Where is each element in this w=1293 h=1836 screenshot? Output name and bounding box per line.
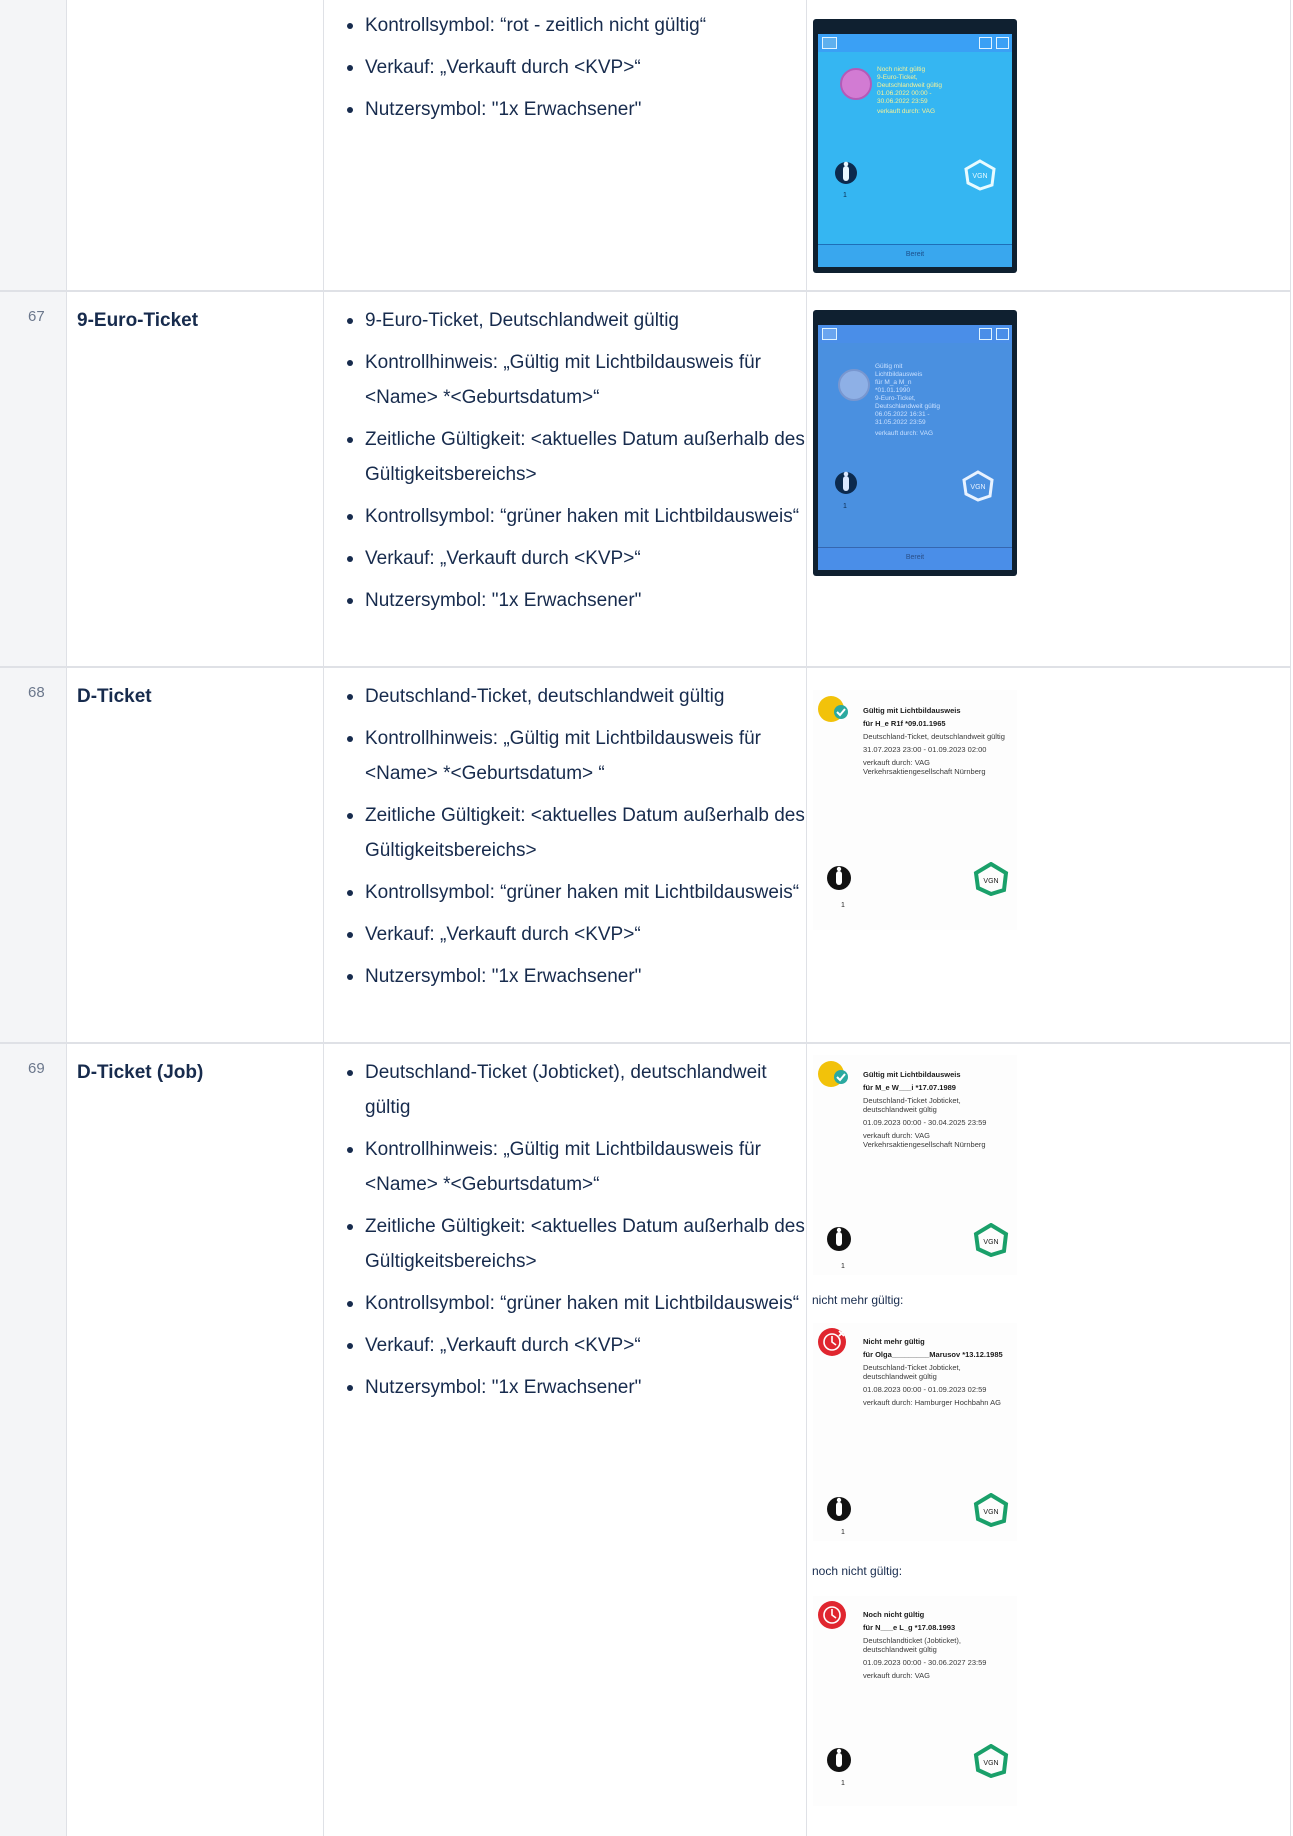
device-screen: Gültig mit Lichtbildausweis für M_a M_n … bbox=[818, 325, 1012, 570]
title-bar bbox=[818, 325, 1012, 343]
requirement-item: Verkauf: „Verkauft durch <KVP>“ bbox=[347, 917, 805, 952]
svg-text:VGN: VGN bbox=[972, 173, 987, 180]
ticket-info: Noch nicht gültig 9-Euro-Ticket, Deutsch… bbox=[877, 66, 943, 115]
control-symbol-icon bbox=[840, 68, 872, 100]
svg-text:VGN: VGN bbox=[983, 1239, 998, 1246]
app-icon bbox=[822, 328, 837, 340]
device-screenshot: Noch nicht gültig 9-Euro-Ticket, Deutsch… bbox=[813, 19, 1017, 273]
ticket-info: Gültig mit Lichtbildausweis für H_e R1f … bbox=[863, 706, 1005, 776]
svg-text:VGN: VGN bbox=[983, 1509, 998, 1516]
vgn-logo: VGN bbox=[973, 1493, 1009, 1527]
menu-icon bbox=[979, 37, 992, 49]
column-divider bbox=[806, 0, 807, 1836]
requirement-item: 9-Euro-Ticket, Deutschlandweit gültig bbox=[347, 303, 805, 338]
ticket-name: D-Ticket bbox=[77, 686, 152, 707]
photo-id-seal-icon bbox=[818, 1061, 848, 1087]
ticket-info: Gültig mit Lichtbildausweis für M_a M_n … bbox=[875, 363, 941, 437]
device-screen: Noch nicht gültig 9-Euro-Ticket, Deutsch… bbox=[818, 34, 1012, 267]
requirement-item: Zeitliche Gültigkeit: <aktuelles Datum a… bbox=[347, 798, 805, 868]
ticket-name: 9-Euro-Ticket bbox=[77, 310, 199, 331]
close-icon bbox=[996, 37, 1009, 49]
requirement-item: Verkauf: „Verkauft durch <KVP>“ bbox=[347, 50, 805, 85]
invalid-seal-icon bbox=[818, 1328, 846, 1356]
requirement-item: Kontrollsymbol: “grüner haken mit Lichtb… bbox=[347, 499, 805, 534]
requirement-item: Nutzersymbol: "1x Erwachsener" bbox=[347, 959, 805, 994]
vgn-logo: VGN bbox=[973, 1744, 1009, 1778]
requirement-item: Nutzersymbol: "1x Erwachsener" bbox=[347, 92, 805, 127]
status-bar: Bereit bbox=[818, 244, 1012, 267]
ticket-name: D-Ticket (Job) bbox=[77, 1062, 204, 1083]
invalid-seal-icon bbox=[818, 1601, 846, 1629]
requirement-item: Zeitliche Gültigkeit: <aktuelles Datum a… bbox=[347, 422, 805, 492]
document-page: Kontrollsymbol: “rot - zeitlich nicht gü… bbox=[0, 0, 1293, 1836]
row-number: 67 bbox=[28, 308, 45, 325]
row-number: 68 bbox=[28, 684, 45, 701]
screenshot-caption: nicht mehr gültig: bbox=[812, 1293, 904, 1307]
vgn-logo: VGN bbox=[964, 159, 996, 191]
screenshot-caption: noch nicht gültig: bbox=[812, 1564, 903, 1578]
control-symbol-icon bbox=[838, 369, 870, 401]
requirement-item: Zeitliche Gültigkeit: <aktuelles Datum a… bbox=[347, 1209, 805, 1279]
ticket-info: Noch nicht gültig für N___e L_g *17.08.1… bbox=[863, 1610, 987, 1680]
row-divider bbox=[0, 666, 1290, 668]
person-icon bbox=[835, 161, 857, 184]
app-icon bbox=[822, 37, 837, 49]
app-screenshot: Gültig mit Lichtbildausweis für M_e W___… bbox=[813, 1055, 1017, 1275]
person-icon bbox=[827, 866, 851, 890]
row-number-column bbox=[0, 0, 66, 1836]
app-screenshot: Nicht mehr gültig für Olga_________Marus… bbox=[813, 1323, 1017, 1541]
ticket-info: Gültig mit Lichtbildausweis für M_e W___… bbox=[863, 1070, 987, 1149]
row-divider bbox=[0, 1042, 1290, 1044]
title-bar bbox=[818, 34, 1012, 52]
row-number: 69 bbox=[28, 1060, 45, 1077]
requirement-item: Nutzersymbol: "1x Erwachsener" bbox=[347, 583, 805, 618]
person-icon bbox=[827, 1497, 851, 1521]
column-divider bbox=[323, 0, 324, 1836]
status-bar: Bereit bbox=[818, 547, 1012, 570]
requirement-item: Kontrollhinweis: „Gültig mit Lichtbildau… bbox=[347, 1132, 805, 1202]
requirements-list: Kontrollsymbol: “rot - zeitlich nicht gü… bbox=[343, 8, 805, 134]
vgn-logo: VGN bbox=[973, 862, 1009, 896]
column-divider bbox=[1290, 0, 1291, 1836]
requirement-item: Verkauf: „Verkauft durch <KVP>“ bbox=[347, 1328, 805, 1363]
requirement-item: Kontrollsymbol: “grüner haken mit Lichtb… bbox=[347, 875, 805, 910]
person-icon bbox=[827, 1227, 851, 1251]
requirement-item: Deutschland-Ticket, deutschlandweit gült… bbox=[347, 679, 805, 714]
requirement-item: Kontrollsymbol: “rot - zeitlich nicht gü… bbox=[347, 8, 805, 43]
person-icon bbox=[827, 1748, 851, 1772]
photo-id-seal-icon bbox=[818, 696, 848, 722]
device-screenshot: Gültig mit Lichtbildausweis für M_a M_n … bbox=[813, 310, 1017, 576]
requirement-item: Verkauf: „Verkauft durch <KVP>“ bbox=[347, 541, 805, 576]
requirement-item: Deutschland-Ticket (Jobticket), deutschl… bbox=[347, 1055, 805, 1125]
person-icon bbox=[835, 471, 857, 494]
vgn-logo: VGN bbox=[962, 470, 994, 502]
row-divider bbox=[0, 290, 1290, 292]
svg-text:VGN: VGN bbox=[983, 878, 998, 885]
close-icon bbox=[996, 328, 1009, 340]
requirement-item: Kontrollsymbol: “grüner haken mit Lichtb… bbox=[347, 1286, 805, 1321]
column-divider bbox=[66, 0, 67, 1836]
requirement-item: Kontrollhinweis: „Gültig mit Lichtbildau… bbox=[347, 345, 805, 415]
app-screenshot: Gültig mit Lichtbildausweis für H_e R1f … bbox=[813, 690, 1017, 930]
svg-text:VGN: VGN bbox=[983, 1760, 998, 1767]
vgn-logo: VGN bbox=[973, 1223, 1009, 1257]
requirements-list: 9-Euro-Ticket, Deutschlandweit gültig Ko… bbox=[343, 303, 805, 625]
requirement-item: Kontrollhinweis: „Gültig mit Lichtbildau… bbox=[347, 721, 805, 791]
requirement-item: Nutzersymbol: "1x Erwachsener" bbox=[347, 1370, 805, 1405]
app-screenshot: Noch nicht gültig für N___e L_g *17.08.1… bbox=[813, 1596, 1017, 1806]
ticket-info: Nicht mehr gültig für Olga_________Marus… bbox=[863, 1337, 1003, 1407]
svg-text:VGN: VGN bbox=[970, 484, 985, 491]
requirements-list: Deutschland-Ticket, deutschlandweit gült… bbox=[343, 679, 805, 1001]
menu-icon bbox=[979, 328, 992, 340]
requirements-list: Deutschland-Ticket (Jobticket), deutschl… bbox=[343, 1055, 805, 1412]
